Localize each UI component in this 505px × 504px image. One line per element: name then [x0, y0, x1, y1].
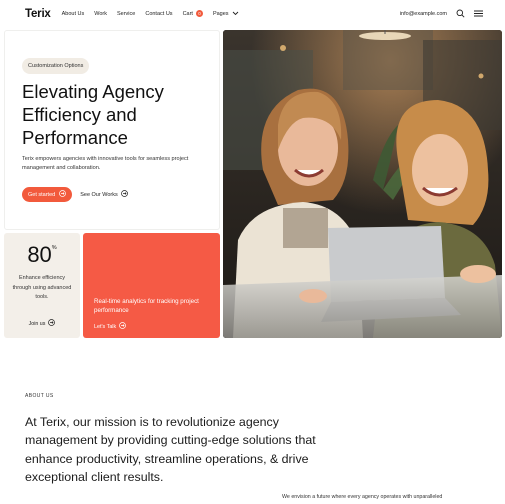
brand-logo[interactable]: Terix	[25, 8, 51, 20]
stat-description: Enhance efficiency through using advance…	[12, 275, 72, 301]
chevron-down-icon	[232, 11, 239, 16]
top-navigation: Terix About Us Work Service Contact Us C…	[0, 0, 505, 27]
cart-label: Cart	[182, 10, 193, 17]
efficiency-stat-card: 80% Enhance efficiency through using adv…	[4, 233, 80, 338]
analytics-promo-card: Real-time analytics for tracking project…	[83, 233, 220, 338]
lets-talk-label: Let's Talk	[94, 323, 117, 330]
stat-value: 80	[27, 242, 52, 267]
arrow-circle-icon	[48, 319, 56, 328]
nav-links: About Us Work Service Contact Us Cart 0 …	[62, 10, 239, 17]
contact-email-link[interactable]: info@example.com	[400, 11, 447, 17]
get-started-button[interactable]: Get started	[22, 187, 73, 202]
join-us-link[interactable]: Join us	[4, 319, 80, 328]
promo-text: Real-time analytics for tracking project…	[94, 298, 199, 314]
lets-talk-link[interactable]: Let's Talk	[94, 322, 127, 331]
hero-actions: Get started See Our Works	[22, 187, 128, 202]
nav-link-work[interactable]: Work	[94, 11, 107, 17]
team-photo-illustration	[223, 30, 502, 338]
nav-link-contact-us[interactable]: Contact Us	[145, 11, 172, 17]
stat-number: 80%	[4, 242, 80, 268]
nav-link-about-us[interactable]: About Us	[62, 11, 85, 17]
hero-description: Terix empowers agencies with innovative …	[22, 156, 189, 171]
nav-link-service[interactable]: Service	[117, 11, 135, 17]
stat-suffix: %	[51, 245, 57, 251]
hero-photo	[223, 30, 502, 338]
nav-dropdown-pages[interactable]: Pages	[213, 11, 239, 17]
arrow-circle-icon	[59, 190, 67, 199]
search-icon[interactable]	[456, 9, 465, 18]
get-started-label: Get started	[28, 191, 56, 198]
about-us-label: ABOUT US	[25, 393, 54, 399]
vision-statement: We envision a future where every agency …	[282, 494, 443, 500]
hero-card: Customization Options Elevating Agency E…	[4, 30, 220, 230]
nav-right: info@example.com	[400, 9, 483, 18]
hamburger-menu-icon[interactable]	[474, 10, 483, 17]
arrow-circle-icon	[120, 190, 128, 199]
arrow-circle-icon	[119, 322, 127, 331]
nav-link-cart[interactable]: Cart 0	[183, 10, 203, 17]
mission-statement: At Terix, our mission is to revolutioniz…	[25, 415, 316, 484]
see-our-works-label: See Our Works	[80, 191, 118, 198]
hero-title: Elevating Agency Efficiency and Performa…	[22, 81, 164, 148]
pages-label: Pages	[212, 10, 229, 17]
cart-count-badge: 0	[195, 10, 203, 17]
see-our-works-link[interactable]: See Our Works	[80, 190, 128, 199]
join-us-label: Join us	[28, 320, 46, 327]
customization-badge: Customization Options	[22, 58, 90, 74]
